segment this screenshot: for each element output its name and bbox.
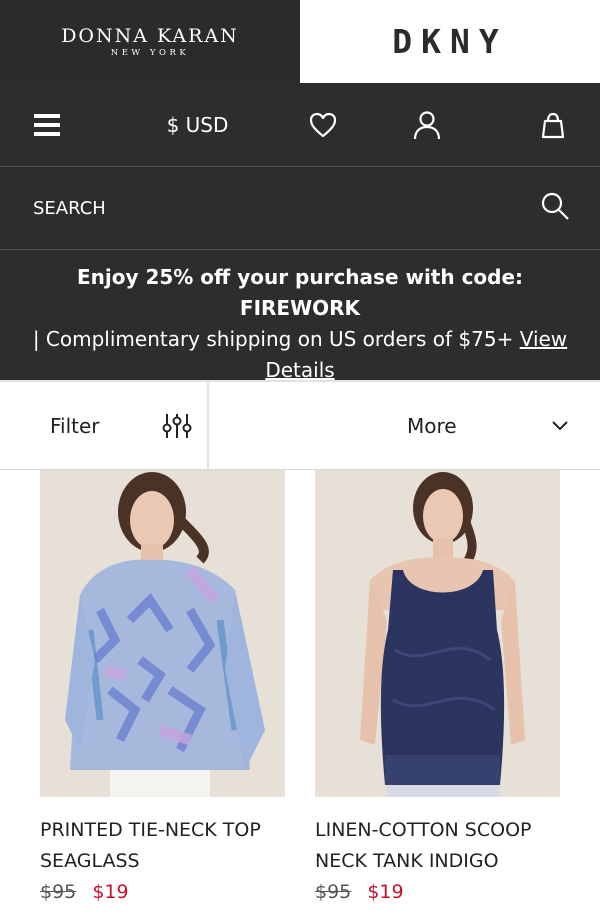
search-bar	[0, 167, 600, 250]
original-price: $95	[315, 881, 352, 903]
currency-label: $ USD	[166, 113, 229, 137]
product-grid: PRINTED TIE-NECK TOP SEAGLASS $95 $19 LI…	[0, 470, 600, 907]
shopping-bag-button[interactable]	[530, 83, 576, 167]
promo-headline: Enjoy 25% off your purchase with code: F…	[76, 265, 524, 320]
product-photo-scoop-tank	[315, 470, 560, 797]
search-icon	[541, 192, 569, 220]
product-prices: $95 $19	[315, 877, 560, 907]
product-name[interactable]: PRINTED TIE-NECK TOP SEAGLASS	[40, 815, 285, 877]
account-button[interactable]	[404, 83, 450, 167]
currency-selector[interactable]: $ USD	[150, 83, 245, 167]
wishlist-button[interactable]	[300, 83, 346, 167]
promo-banner: Enjoy 25% off your purchase with code: F…	[0, 250, 600, 382]
search-input[interactable]	[33, 197, 473, 219]
heart-icon	[309, 112, 337, 138]
menu-button[interactable]	[22, 83, 72, 167]
filter-label: Filter	[50, 413, 100, 438]
product-image[interactable]	[315, 470, 560, 797]
filter-bar: Filter More	[0, 380, 600, 470]
sale-price: $19	[367, 881, 404, 903]
chevron-down-icon	[552, 420, 568, 430]
sliders-icon	[162, 413, 192, 438]
dkny-logo[interactable]: DKNY	[300, 0, 600, 83]
user-icon	[413, 111, 441, 140]
sort-label: More	[407, 413, 457, 438]
promo-shipping-text: | Complimentary shipping on US orders of…	[32, 327, 514, 351]
product-name[interactable]: LINEN-COTTON SCOOP NECK TANK INDIGO	[315, 815, 560, 877]
donna-karan-logo[interactable]: DONNA KARAN NEW YORK	[0, 0, 300, 83]
donna-karan-wordmark: DONNA KARAN	[61, 24, 239, 47]
nav-bar: $ USD	[0, 83, 600, 167]
shopping-bag-icon	[541, 112, 565, 139]
product-image[interactable]	[40, 470, 285, 797]
product-prices: $95 $19	[40, 877, 285, 907]
sort-dropdown[interactable]: More	[209, 382, 600, 469]
filter-button[interactable]: Filter	[0, 382, 209, 469]
search-button[interactable]	[540, 191, 570, 225]
product-card[interactable]: PRINTED TIE-NECK TOP SEAGLASS $95 $19	[40, 470, 285, 907]
dkny-wordmark: DKNY	[392, 22, 508, 61]
product-card[interactable]: LINEN-COTTON SCOOP NECK TANK INDIGO $95 …	[315, 470, 560, 907]
brand-bar: DONNA KARAN NEW YORK DKNY	[0, 0, 600, 83]
sale-price: $19	[92, 881, 129, 903]
original-price: $95	[40, 881, 77, 903]
hamburger-icon	[34, 114, 60, 136]
product-photo-tie-neck-top	[40, 470, 285, 797]
donna-karan-subtitle: NEW YORK	[110, 47, 190, 58]
